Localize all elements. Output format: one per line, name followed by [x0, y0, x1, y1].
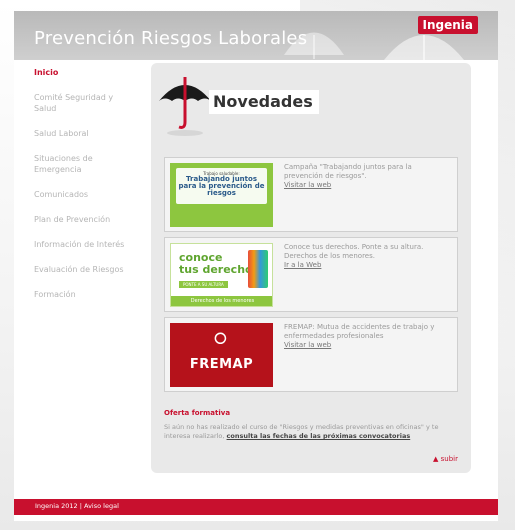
card-description: Conoce tus derechos. Ponte a su altura. …: [284, 243, 452, 270]
page: Prevención Riesgos Laborales Ingenia Ini…: [14, 11, 498, 521]
card-text: FREMAP: Mutua de accidentes de trabajo y…: [284, 323, 435, 340]
visit-web-link[interactable]: Visitar la web: [284, 341, 331, 350]
main-content: Novedades Trabajo saludable: Trabajando …: [151, 63, 471, 473]
sidebar-item-inicio[interactable]: Inicio: [34, 67, 144, 78]
fremap-logo-image[interactable]: ⭘ FREMAP: [170, 323, 273, 387]
ingenia-logo[interactable]: Ingenia: [417, 16, 478, 34]
sidebar-item-evaluacion[interactable]: Evaluación de Riesgos: [34, 264, 144, 275]
card-text: Conoce tus derechos. Ponte a su altura. …: [284, 243, 424, 260]
sidebar-nav: Inicio Comité Seguridad y Salud Salud La…: [34, 67, 144, 300]
sidebar-item-plan-prevencion[interactable]: Plan de Prevención: [34, 214, 144, 225]
card-text: Campaña "Trabajando juntos para la preve…: [284, 163, 412, 180]
sidebar-item-emergencia[interactable]: Situaciones de Emergencia: [34, 153, 104, 175]
sidebar-item-informacion[interactable]: Información de Interés: [34, 239, 144, 250]
back-to-top-link[interactable]: ▲ subir: [433, 455, 458, 463]
umbrella-icon: [159, 77, 211, 136]
header: Prevención Riesgos Laborales Ingenia: [14, 11, 498, 60]
sidebar-item-formacion[interactable]: Formación: [34, 289, 144, 300]
fremap-mark-icon: ⭘: [214, 329, 227, 348]
banner-bar: Derechos de los menores: [171, 296, 272, 306]
fremap-logo-text: FREMAP: [189, 357, 254, 372]
book-icon: [248, 250, 268, 288]
card-description: FREMAP: Mutua de accidentes de trabajo y…: [284, 323, 452, 350]
site-title: Prevención Riesgos Laborales: [34, 28, 308, 49]
go-to-web-link[interactable]: Ir a la Web: [284, 261, 321, 270]
oferta-title: Oferta formativa: [164, 409, 231, 417]
sidebar-item-comunicados[interactable]: Comunicados: [34, 189, 144, 200]
news-card-trabajando-juntos: Trabajo saludable: Trabajando juntos par…: [164, 157, 458, 232]
derechos-banner-image[interactable]: conoce tus derechos PONTE A SU ALTURA De…: [170, 243, 273, 307]
campaign-banner-image[interactable]: Trabajo saludable: Trabajando juntos par…: [170, 163, 273, 227]
footer-text[interactable]: Ingenia 2012 | Aviso legal: [35, 502, 119, 510]
news-card-fremap: ⭘ FREMAP FREMAP: Mutua de accidentes de …: [164, 317, 458, 392]
card-description: Campaña "Trabajando juntos para la preve…: [284, 163, 452, 190]
sidebar-item-salud-laboral[interactable]: Salud Laboral: [34, 128, 144, 139]
oferta-text: Si aún no has realizado el curso de "Rie…: [164, 423, 464, 441]
banner-text-box: Trabajo saludable: Trabajando juntos par…: [176, 168, 267, 204]
banner-pill: PONTE A SU ALTURA: [179, 281, 228, 288]
section-title: Novedades: [209, 90, 319, 114]
convocatorias-link[interactable]: consulta las fechas de las próximas conv…: [227, 432, 411, 440]
sidebar-item-comite[interactable]: Comité Seguridad y Salud: [34, 92, 114, 114]
news-card-conoce-derechos: conoce tus derechos PONTE A SU ALTURA De…: [164, 237, 458, 312]
banner-headline: Trabajando juntos para la prevención de …: [178, 175, 265, 197]
footer: Ingenia 2012 | Aviso legal: [14, 499, 498, 515]
visit-web-link[interactable]: Visitar la web: [284, 181, 331, 190]
